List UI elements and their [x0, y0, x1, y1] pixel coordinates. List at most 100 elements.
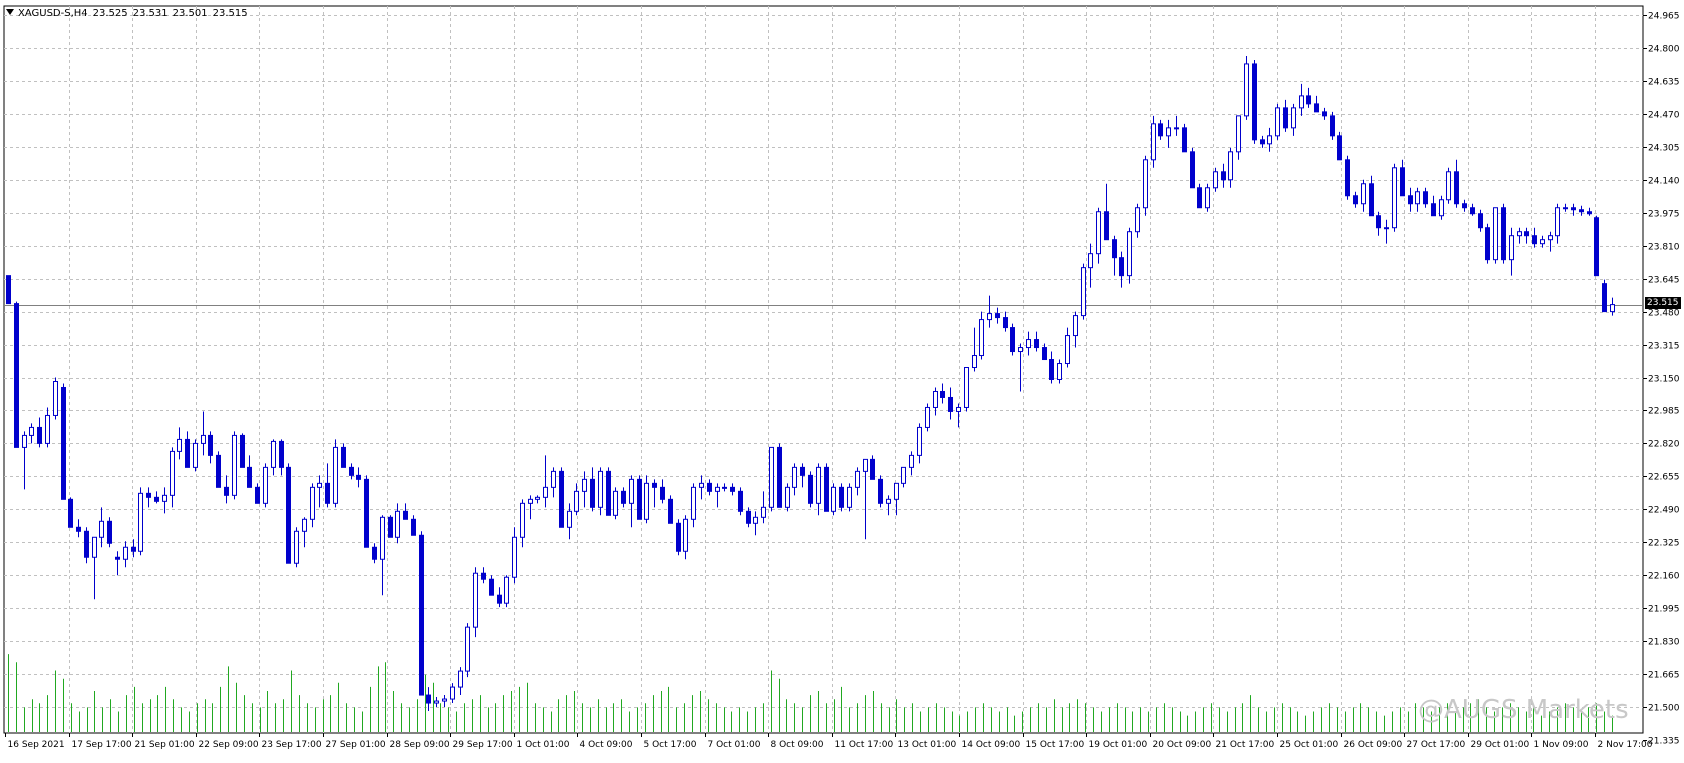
- candle-bull: [380, 516, 385, 560]
- price-chart[interactable]: 24.965 24.800 24.635 24.470 24.305 24.140 23.9…: [0, 0, 1684, 763]
- candle-bull: [504, 576, 509, 604]
- candle-bear: [325, 482, 330, 504]
- candle-bear: [606, 470, 611, 516]
- candle-bear: [1112, 239, 1117, 259]
- candle-bull: [933, 390, 938, 408]
- candle-bear: [559, 470, 564, 528]
- candle-bear: [1369, 183, 1374, 217]
- candle-bull: [1493, 207, 1498, 261]
- candle-bull: [1439, 199, 1444, 217]
- dropdown-triangle-icon[interactable]: [6, 9, 14, 15]
- x-tick-label: 1 Nov 09:00: [1534, 740, 1589, 750]
- candle-bear: [746, 510, 751, 524]
- x-tick-label: 4 Oct 09:00: [580, 740, 633, 750]
- candle-bear: [824, 466, 829, 512]
- candle-bull: [1291, 107, 1296, 129]
- candle-bull: [1384, 227, 1389, 230]
- y-tick-label: 21.335: [1648, 737, 1680, 747]
- x-tick-label: 21 Sep 01:00: [135, 740, 195, 750]
- candle-bull: [1236, 115, 1241, 153]
- x-tick-label: 8 Oct 09:00: [771, 740, 824, 750]
- candle-bull: [1446, 171, 1451, 201]
- candle-bull: [1392, 167, 1397, 229]
- candle-bull: [29, 426, 34, 436]
- candle-bear: [1010, 327, 1015, 353]
- current-price-tag: 23.515: [1645, 297, 1681, 309]
- candle-bear: [240, 434, 245, 468]
- candle-bull: [886, 498, 891, 504]
- candle-bull: [598, 470, 603, 508]
- candle-bear: [1190, 151, 1195, 189]
- candle-bull: [162, 494, 167, 502]
- candle-bear: [800, 466, 805, 476]
- candle-bear: [1524, 231, 1529, 237]
- candle-bear: [356, 474, 361, 480]
- candle-bear: [411, 518, 416, 536]
- candle-bull: [863, 458, 868, 472]
- candle-bull: [535, 496, 540, 500]
- candle-bull: [901, 466, 906, 484]
- candle-bear: [6, 275, 11, 305]
- x-tick-label: 2 Nov 17:00: [1598, 740, 1653, 750]
- high-value: 23.531: [132, 8, 168, 19]
- candle-bull: [294, 530, 299, 564]
- candle-bear: [1579, 209, 1584, 213]
- candle-bull: [644, 482, 649, 520]
- candle-bear: [1104, 211, 1109, 241]
- candle-bear: [1470, 207, 1475, 215]
- candle-bull: [53, 380, 58, 416]
- candle-bull: [45, 414, 50, 444]
- candle-bear: [489, 578, 494, 596]
- candle-bear: [1197, 187, 1202, 209]
- close-value: 23.515: [212, 8, 248, 19]
- candle-bear: [419, 534, 424, 696]
- candle-bear: [1283, 107, 1288, 129]
- candle-bear: [1260, 139, 1265, 145]
- candle-bull: [458, 670, 463, 688]
- candle-bull: [434, 700, 439, 704]
- y-tick-label: 24.635: [1648, 78, 1680, 88]
- candle-bear: [1485, 227, 1490, 261]
- candle-bull: [1127, 231, 1132, 277]
- plot-frame: [3, 5, 1644, 734]
- x-tick-label: 20 Oct 09:00: [1153, 740, 1212, 750]
- candle-bear: [1042, 347, 1047, 361]
- x-tick-label: 16 Sep 2021: [8, 740, 65, 750]
- candle-bear: [1408, 195, 1413, 205]
- y-tick-label: 22.655: [1648, 473, 1680, 483]
- candle-bear: [839, 486, 844, 508]
- y-tick-label: 23.975: [1648, 210, 1680, 220]
- candle-bull: [1361, 183, 1366, 205]
- x-tick-label: 29 Oct 01:00: [1471, 740, 1530, 750]
- candle-bull: [263, 466, 268, 504]
- candle-bull: [310, 486, 315, 520]
- candle-bull: [567, 510, 572, 528]
- candle-bull: [917, 426, 922, 456]
- candle-bear: [1003, 317, 1008, 329]
- candle-bear: [14, 303, 19, 448]
- candle-bear: [1158, 123, 1163, 137]
- candle-bear: [497, 594, 502, 604]
- candle-bull: [333, 446, 338, 504]
- candle-bear: [1353, 195, 1358, 205]
- candle-bull: [92, 536, 97, 558]
- candle-bear: [1252, 63, 1257, 141]
- y-tick-label: 23.645: [1648, 276, 1680, 286]
- candle-bull: [855, 470, 860, 488]
- candle-bull: [909, 454, 914, 468]
- candle-bull: [1555, 207, 1560, 237]
- candle-bear: [208, 434, 213, 456]
- candle-bear: [1034, 339, 1039, 349]
- candle-bear: [146, 492, 151, 498]
- candle-bull: [979, 319, 984, 357]
- candle-bull: [1151, 123, 1156, 161]
- candle-bull: [473, 572, 478, 628]
- candle-bear: [1462, 203, 1467, 209]
- candle-bear: [279, 440, 284, 468]
- x-tick-label: 21 Oct 17:00: [1216, 740, 1275, 750]
- candle-bear: [372, 546, 377, 560]
- chart-window[interactable]: 24.965 24.800 24.635 24.470 24.305 24.140 23.9…: [0, 0, 1684, 763]
- y-tick-label: 24.800: [1648, 45, 1680, 55]
- candle-bear: [808, 474, 813, 504]
- candle-bull: [232, 434, 237, 496]
